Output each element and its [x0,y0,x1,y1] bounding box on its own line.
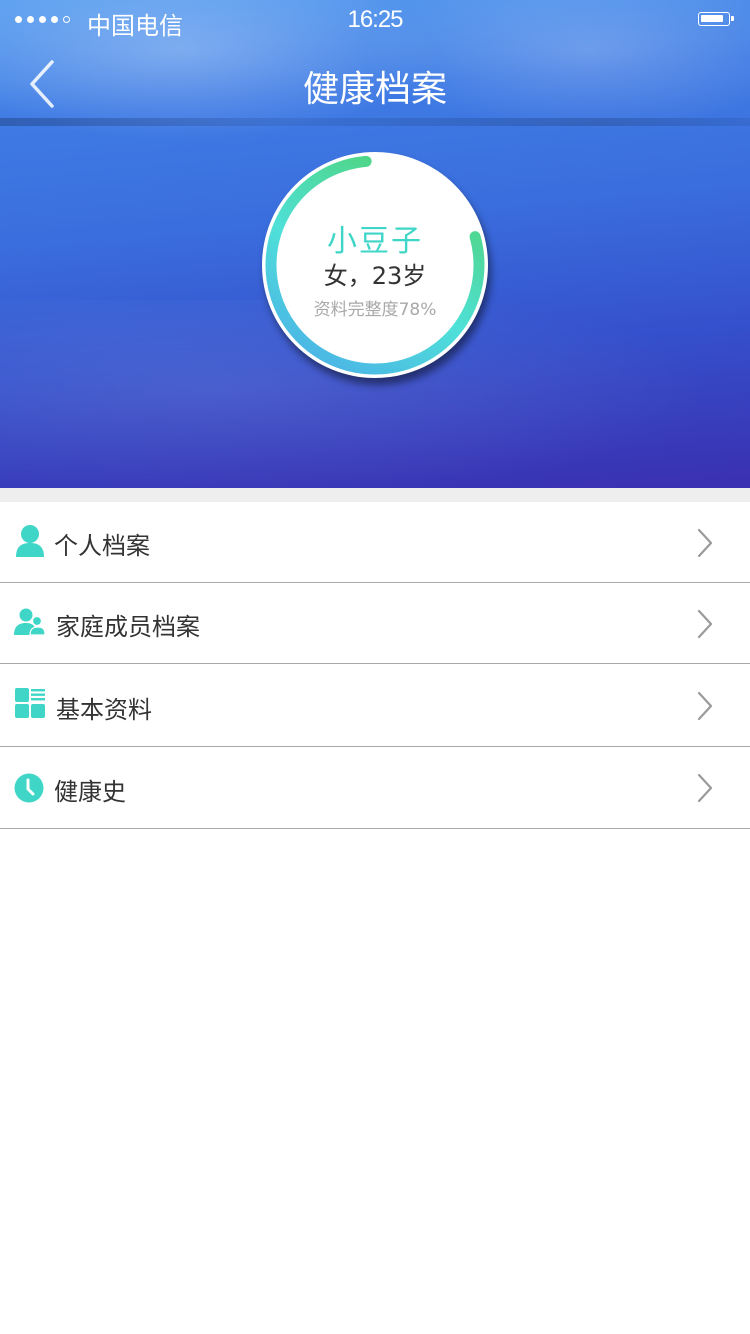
menu-item-label: 健康史 [54,778,126,806]
section-separator [0,488,750,502]
page-title: 健康档案 [302,69,447,110]
chevron-right-icon [697,773,713,803]
grid-list-icon [15,688,45,718]
chevron-right-icon [697,691,713,721]
clock-icon [14,773,44,803]
chevron-right-icon [697,609,713,639]
person-icon [16,525,44,557]
header-hero: 中国电信 16:25 健康档案 小豆子 女，23岁 资料完整度78% [0,0,750,488]
menu-item-label: 家庭成员档案 [56,613,200,641]
status-bar: 中国电信 16:25 [0,0,750,40]
menu-item-label: 基本资料 [56,696,152,724]
profile-gender-age: 女，23岁 [323,262,427,290]
background-shoreline [0,118,750,126]
archive-menu: 个人档案 家庭成员档案 基本资料 健康史 [0,502,750,829]
family-icon [14,608,46,636]
battery-icon [698,12,734,26]
menu-item-basic-info[interactable]: 基本资料 [0,664,750,747]
menu-item-personal-archive[interactable]: 个人档案 [0,502,750,583]
menu-item-health-history[interactable]: 健康史 [0,747,750,829]
profile-name: 小豆子 [327,224,423,259]
menu-item-label: 个人档案 [54,532,150,560]
profile-completeness: 资料完整度78% [313,300,437,320]
status-time: 16:25 [347,6,403,33]
menu-item-family-archive[interactable]: 家庭成员档案 [0,583,750,664]
chevron-right-icon [697,528,713,558]
profile-card: 小豆子 女，23岁 资料完整度78% [260,150,490,380]
